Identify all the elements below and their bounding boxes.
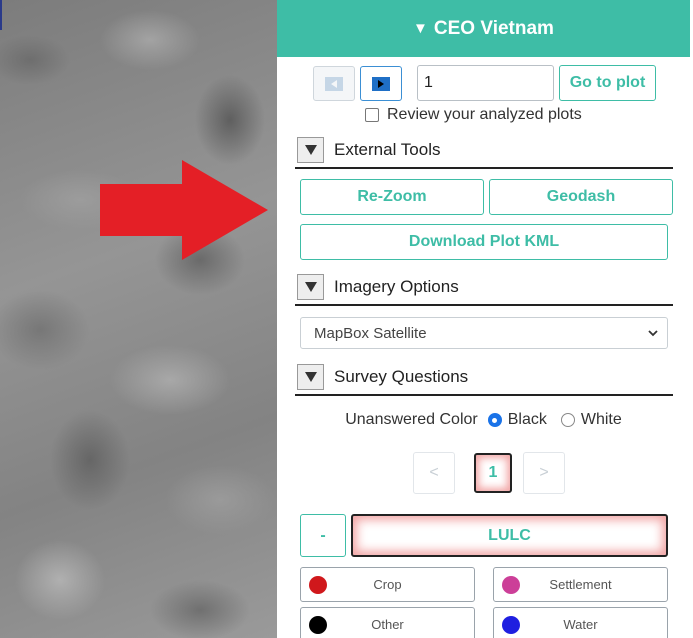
chevron-down-icon	[648, 330, 658, 337]
unanswered-color-row: Unanswered Color Black White	[277, 408, 690, 432]
survey-questions-title: Survey Questions	[334, 367, 469, 386]
radio-white[interactable]	[560, 413, 575, 427]
radio-white-label: White	[580, 411, 622, 428]
answer-crop[interactable]: Crop	[300, 567, 475, 602]
radio-black[interactable]	[487, 413, 502, 427]
section-external-tools: External Tools	[295, 133, 673, 169]
answer-label: Water	[563, 617, 598, 632]
question-next-button[interactable]: >	[523, 452, 565, 494]
collapse-question-button[interactable]: -	[300, 514, 346, 557]
section-imagery-options: Imagery Options	[295, 270, 673, 306]
project-title: CEO Vietnam	[433, 17, 554, 39]
arrow-right-icon	[372, 76, 390, 91]
collapse-caret-icon: ▼	[413, 20, 428, 37]
imagery-select-value: MapBox Satellite	[314, 324, 427, 342]
triangle-down-icon	[304, 372, 317, 382]
question-prev-button[interactable]: <	[413, 452, 455, 494]
sidebar-panel: ▼ CEO Vietnam Go to plot Review your ana…	[277, 0, 693, 638]
review-plots-checkbox[interactable]	[365, 108, 379, 122]
section-survey-questions: Survey Questions	[295, 360, 673, 396]
question-page-1[interactable]: 1	[474, 453, 512, 493]
color-swatch	[309, 575, 327, 594]
geodash-button[interactable]: Geodash	[489, 179, 673, 215]
review-plots-label: Review your analyzed plots	[387, 106, 582, 123]
imagery-options-title: Imagery Options	[334, 277, 459, 296]
previous-plot-button[interactable]	[313, 66, 355, 101]
answer-label: Crop	[373, 577, 402, 592]
color-swatch	[309, 615, 327, 634]
survey-questions-toggle[interactable]	[297, 364, 324, 390]
map-imagery[interactable]	[0, 0, 277, 638]
rezoom-button[interactable]: Re-Zoom	[300, 179, 484, 215]
color-swatch	[502, 575, 520, 594]
radio-black-label: Black	[507, 411, 547, 428]
imagery-options-toggle[interactable]	[297, 274, 324, 300]
map-edge-marker	[0, 0, 2, 30]
download-plot-kml-button[interactable]: Download Plot KML	[300, 224, 668, 260]
next-plot-button[interactable]	[360, 66, 402, 101]
external-tools-title: External Tools	[334, 140, 441, 159]
answer-label: Settlement	[549, 577, 612, 592]
sidebar-header[interactable]: ▼ CEO Vietnam	[277, 0, 690, 57]
question-lulc-button[interactable]: LULC	[351, 514, 668, 557]
answer-label: Other	[371, 617, 404, 632]
red-arrow-annotation	[100, 160, 268, 260]
review-plots-option[interactable]: Review your analyzed plots	[365, 105, 582, 125]
answer-water[interactable]: Water	[493, 607, 668, 638]
external-tools-toggle[interactable]	[297, 137, 324, 163]
unanswered-color-label: Unanswered Color	[345, 411, 478, 428]
plot-number-input[interactable]	[417, 65, 554, 101]
go-to-plot-button[interactable]: Go to plot	[559, 65, 656, 101]
color-swatch	[502, 615, 520, 634]
answer-settlement[interactable]: Settlement	[493, 567, 668, 602]
triangle-down-icon	[304, 282, 317, 292]
answer-other[interactable]: Other	[300, 607, 475, 638]
triangle-down-icon	[304, 145, 317, 155]
arrow-left-icon	[325, 76, 343, 91]
imagery-select[interactable]: MapBox Satellite	[300, 317, 668, 349]
